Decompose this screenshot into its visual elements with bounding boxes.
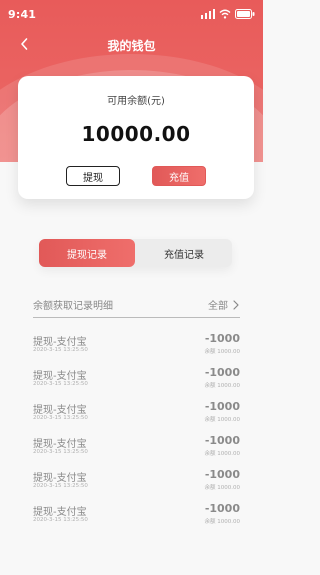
records-tabs: 提现记录 充值记录	[39, 239, 232, 267]
record-amount: -1000	[204, 434, 240, 447]
balance-amount: 10000.00	[81, 122, 191, 146]
wifi-icon	[219, 9, 231, 19]
record-amount: -1000	[204, 332, 240, 345]
record-amount: -1000	[204, 468, 240, 481]
status-time: 9:41	[8, 8, 37, 21]
status-bar: 9:41	[0, 0, 263, 28]
status-icons	[201, 9, 255, 19]
signal-icon	[201, 9, 215, 19]
battery-icon	[235, 9, 255, 19]
navbar: 我的钱包	[0, 28, 263, 62]
record-item[interactable]: 提现-支付宝 2020-3-15 13:25:50 -1000 余额 1000.…	[33, 466, 240, 500]
record-item[interactable]: 提现-支付宝 2020-3-15 13:25:50 -1000 余额 1000.…	[33, 500, 240, 534]
record-title: 提现-支付宝	[33, 337, 87, 348]
record-amount: -1000	[204, 400, 240, 413]
record-balance: 余额 1000.00	[204, 519, 241, 525]
section-divider	[33, 317, 240, 318]
recharge-button[interactable]: 充值	[152, 166, 206, 186]
record-time: 2020-3-15 13:25:50	[33, 347, 88, 353]
record-balance: 余额 1000.00	[204, 349, 241, 355]
record-title: 提现-支付宝	[33, 371, 87, 382]
record-title: 提现-支付宝	[33, 439, 87, 450]
record-title: 提现-支付宝	[33, 473, 87, 484]
record-item[interactable]: 提现-支付宝 2020-3-15 13:25:50 -1000 余额 1000.…	[33, 432, 240, 466]
chevron-right-icon	[233, 299, 239, 310]
tab-withdraw-records[interactable]: 提现记录	[39, 239, 135, 267]
record-balance: 余额 1000.00	[204, 383, 241, 389]
section-title: 余额获取记录明细	[33, 301, 113, 312]
record-time: 2020-3-15 13:25:50	[33, 517, 88, 523]
record-item[interactable]: 提现-支付宝 2020-3-15 13:25:50 -1000 余额 1000.…	[33, 330, 240, 364]
filter-label: 全部	[208, 301, 228, 312]
record-balance: 余额 1000.00	[204, 451, 241, 457]
balance-card: 可用余额(元) 10000.00 提现 充值	[18, 76, 254, 199]
filter-dropdown[interactable]: 全部	[208, 297, 240, 312]
withdraw-button[interactable]: 提现	[66, 166, 120, 186]
page-title: 我的钱包	[107, 39, 156, 53]
records-list: 提现-支付宝 2020-3-15 13:25:50 -1000 余额 1000.…	[33, 330, 240, 534]
record-title: 提现-支付宝	[33, 405, 87, 416]
record-amount: -1000	[204, 366, 240, 379]
record-balance: 余额 1000.00	[204, 485, 241, 491]
section-header: 余额获取记录明细 全部	[33, 295, 240, 315]
record-time: 2020-3-15 13:25:50	[33, 449, 88, 455]
record-time: 2020-3-15 13:25:50	[33, 381, 88, 387]
record-amount: -1000	[204, 502, 240, 515]
record-time: 2020-3-15 13:25:50	[33, 483, 88, 489]
record-balance: 余额 1000.00	[204, 417, 241, 423]
record-item[interactable]: 提现-支付宝 2020-3-15 13:25:50 -1000 余额 1000.…	[33, 364, 240, 398]
record-time: 2020-3-15 13:25:50	[33, 415, 88, 421]
record-title: 提现-支付宝	[33, 507, 87, 518]
balance-label: 可用余额(元)	[107, 96, 165, 107]
record-item[interactable]: 提现-支付宝 2020-3-15 13:25:50 -1000 余额 1000.…	[33, 398, 240, 432]
tab-recharge-records[interactable]: 充值记录	[136, 239, 232, 267]
